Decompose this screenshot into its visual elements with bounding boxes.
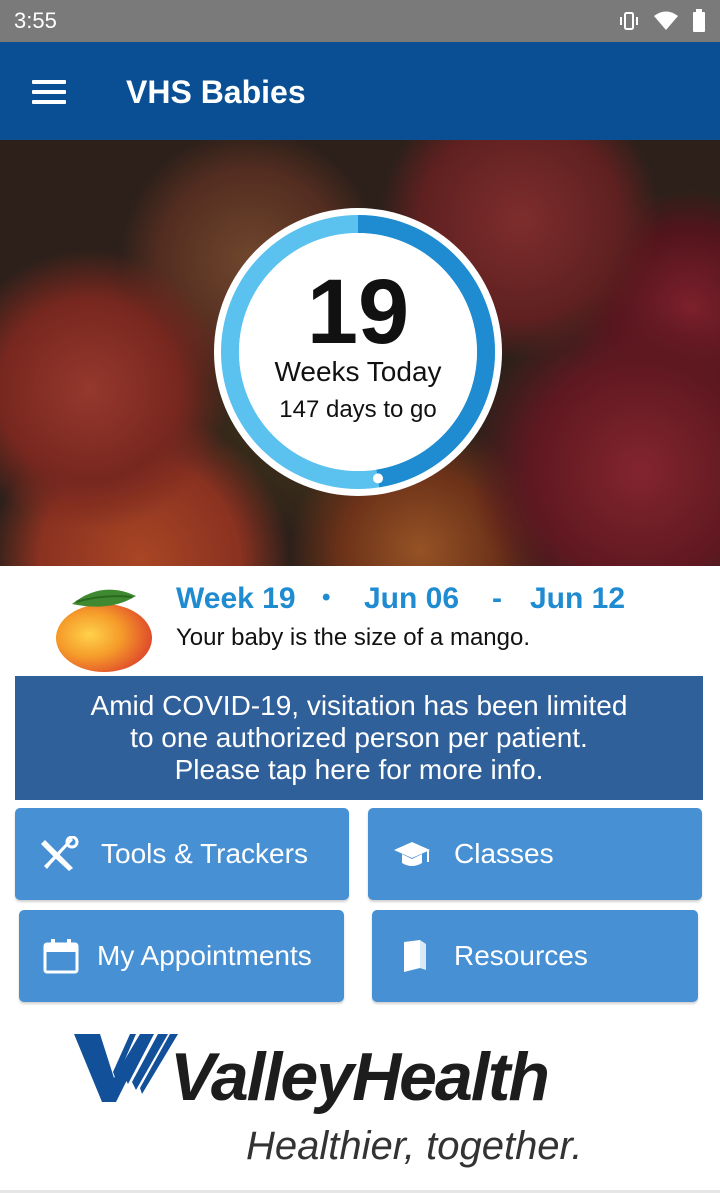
mango-image bbox=[52, 582, 158, 674]
covid-line-2: to one authorized person per patient. bbox=[130, 722, 588, 753]
resources-label: Resources bbox=[454, 940, 588, 971]
status-bar: 3:55 bbox=[0, 0, 720, 42]
my-appointments-label: My Appointments bbox=[97, 940, 312, 971]
app-title: VHS Babies bbox=[126, 74, 306, 110]
covid-line-3: Please tap here for more info. bbox=[174, 754, 544, 785]
week-number: Week 19 bbox=[176, 582, 296, 615]
app-bar: VHS Babies bbox=[0, 42, 720, 140]
week-range: Week 19 • Jun 06 - Jun 12 bbox=[176, 582, 696, 618]
valley-health-mark-icon bbox=[74, 1034, 178, 1102]
battery-icon bbox=[692, 9, 706, 38]
valley-health-logo: ValleyHealth Healthier, together. bbox=[70, 1030, 630, 1180]
book-icon bbox=[400, 938, 430, 979]
weeks-label: Weeks Today bbox=[274, 356, 442, 387]
week-end-date: Jun 12 bbox=[530, 582, 626, 615]
tools-trackers-label: Tools & Trackers bbox=[101, 838, 308, 869]
days-to-go: 147 days to go bbox=[279, 396, 437, 423]
logo-tagline: Healthier, together. bbox=[246, 1124, 583, 1168]
tools-trackers-button[interactable]: Tools & Trackers bbox=[15, 808, 349, 900]
pregnancy-progress-ring[interactable]: 19 Weeks Today 147 days to go bbox=[212, 206, 504, 498]
resources-button[interactable]: Resources bbox=[372, 910, 698, 1002]
week-dash: - bbox=[492, 582, 502, 615]
vibrate-icon bbox=[618, 10, 640, 37]
graduation-cap-icon bbox=[392, 838, 432, 877]
classes-button[interactable]: Classes bbox=[368, 808, 702, 900]
week-start-date: Jun 06 bbox=[364, 582, 460, 615]
my-appointments-button[interactable]: My Appointments bbox=[19, 910, 344, 1002]
calendar-icon bbox=[43, 938, 79, 979]
classes-label: Classes bbox=[454, 838, 554, 869]
hero-image: 19 Weeks Today 147 days to go bbox=[0, 140, 720, 566]
status-time: 3:55 bbox=[14, 8, 57, 33]
weeks-number: 19 bbox=[306, 261, 410, 363]
status-icons bbox=[618, 9, 706, 38]
logo-wordmark: ValleyHealth bbox=[170, 1039, 550, 1115]
baby-size-text: Your baby is the size of a mango. bbox=[176, 624, 530, 651]
progress-ring-marker bbox=[373, 473, 384, 484]
wifi-icon bbox=[654, 10, 678, 37]
tools-icon bbox=[39, 835, 79, 877]
week-separator: • bbox=[322, 584, 331, 611]
hamburger-menu-icon[interactable] bbox=[32, 80, 66, 104]
covid-banner[interactable]: Amid COVID-19, visitation has been limit… bbox=[15, 676, 703, 800]
covid-line-1: Amid COVID-19, visitation has been limit… bbox=[90, 690, 628, 721]
